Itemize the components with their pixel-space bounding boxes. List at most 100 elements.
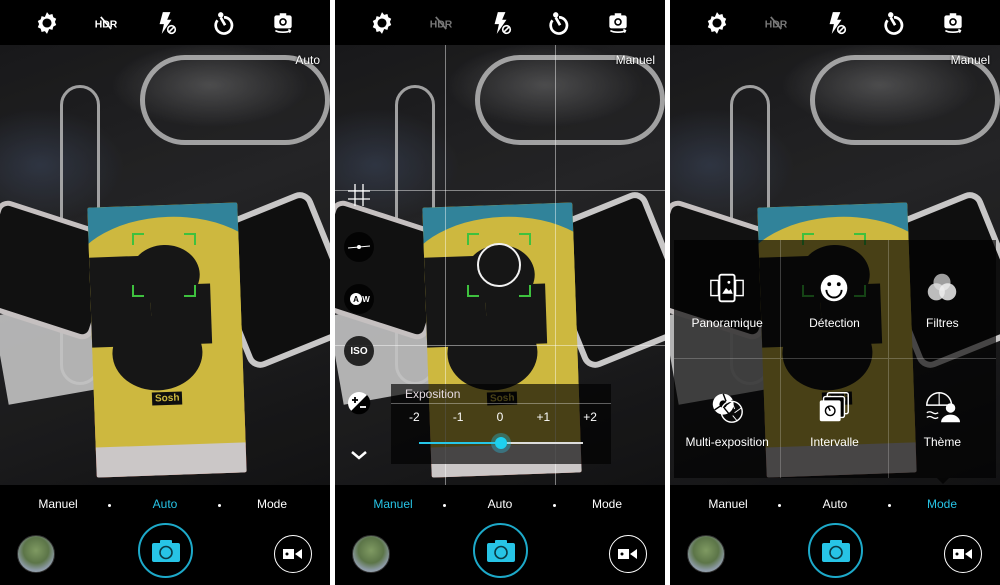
focus-slider-icon [347, 245, 371, 249]
gallery-thumbnail[interactable] [687, 535, 725, 573]
switch-camera-icon [943, 12, 962, 33]
exposure-slider[interactable] [419, 433, 583, 453]
mode-tab-auto[interactable]: Auto [823, 497, 848, 511]
camera-icon [821, 539, 850, 562]
mode-tab-mode[interactable]: Mode [927, 497, 957, 511]
camera-top-bar: HDR [335, 0, 665, 45]
timer-icon [549, 11, 569, 35]
exposure-tick: +1 [536, 410, 551, 424]
flash-off-icon [829, 11, 847, 34]
exposure-tick: -1 [452, 410, 464, 424]
timer-button[interactable] [879, 8, 909, 38]
mode-separator-dot [108, 504, 111, 507]
flash-button[interactable] [820, 8, 850, 38]
mode-separator-dot [218, 504, 221, 507]
mode-tab-manuel[interactable]: Manuel [38, 497, 77, 511]
white-balance-button[interactable]: AW [344, 284, 374, 314]
mode-separator-dot [778, 504, 781, 507]
mode-tab-mode[interactable]: Mode [592, 497, 622, 511]
exposure-tick-labels: -2 -1 0 +1 +2 [391, 404, 611, 424]
mode-item-multi-exposition[interactable]: Multi-exposition [674, 359, 782, 478]
mode-item-filtres[interactable]: Filtres [888, 240, 996, 359]
camera-screen-manual: HDR Sosh Manuel [335, 0, 665, 585]
video-camera-icon [283, 549, 302, 559]
mode-menu-pointer [937, 478, 949, 484]
mode-item-panoramique[interactable]: Panoramique [674, 240, 782, 359]
theme-icon [926, 391, 961, 423]
svg-text:HDR: HDR [765, 19, 788, 30]
exposure-title: Exposition [391, 384, 611, 404]
exposure-metering-circle[interactable] [477, 243, 521, 287]
camera-bottom-bar: Manuel Auto Mode [335, 485, 665, 585]
mode-item-label: Panoramique [691, 316, 763, 330]
mode-item-detection[interactable]: Détection [781, 240, 889, 359]
switch-camera-button[interactable] [603, 8, 633, 38]
timer-icon [884, 11, 904, 35]
camera-viewfinder[interactable]: Sosh Auto [0, 45, 330, 485]
mode-item-label: Thème [923, 435, 961, 449]
panorama-icon [710, 273, 745, 303]
hdr-button[interactable]: HDR [761, 8, 791, 38]
exposure-button[interactable] [344, 388, 374, 418]
timer-button[interactable] [209, 8, 239, 38]
mode-tab-manuel[interactable]: Manuel [708, 497, 747, 511]
flash-button[interactable] [150, 8, 180, 38]
video-record-button[interactable] [274, 535, 312, 573]
svg-text:HDR: HDR [95, 19, 118, 30]
camera-viewfinder[interactable]: Sosh Manuel Panoramique Détection Filtre… [670, 45, 1000, 485]
mode-item-label: Filtres [925, 316, 959, 330]
camera-screen-auto: HDR Sosh Auto Manuel Auto Mode [0, 0, 330, 585]
grid-line [335, 190, 665, 191]
iso-button[interactable]: ISO [344, 336, 374, 366]
mode-tab-manuel[interactable]: Manuel [373, 497, 412, 511]
mode-item-label: Intervalle [810, 435, 859, 449]
mode-separator-dot [443, 504, 446, 507]
exposure-tick: +2 [583, 410, 597, 424]
switch-camera-button[interactable] [268, 8, 298, 38]
hdr-button[interactable]: HDR [426, 8, 456, 38]
gallery-thumbnail[interactable] [352, 535, 390, 573]
mode-tab-mode[interactable]: Mode [257, 497, 287, 511]
exposure-tick: 0 [496, 410, 504, 424]
mode-item-label: Multi-exposition [685, 435, 769, 449]
mode-tab-auto[interactable]: Auto [153, 497, 178, 511]
current-mode-indicator: Manuel [615, 53, 655, 67]
manual-side-toolbar: AW ISO [341, 180, 377, 470]
camera-viewfinder[interactable]: Sosh Manuel AW ISO Expositio [335, 45, 665, 485]
video-record-button[interactable] [609, 535, 647, 573]
svg-text:W: W [362, 295, 370, 304]
settings-button[interactable] [367, 8, 397, 38]
hdr-off-icon: HDR [765, 15, 788, 30]
video-camera-icon [953, 549, 972, 559]
svg-text:HDR: HDR [430, 19, 453, 30]
collapse-toolbar-button[interactable] [344, 440, 374, 470]
mode-selector: Manuel Auto Mode [335, 497, 665, 513]
exposure-slider-thumb[interactable] [491, 433, 511, 453]
multi-exposure-icon [712, 393, 744, 423]
shutter-button[interactable] [473, 523, 528, 578]
timer-icon [214, 11, 234, 35]
mode-item-intervalle[interactable]: Intervalle [781, 359, 889, 478]
video-record-button[interactable] [944, 535, 982, 573]
settings-button[interactable] [32, 8, 62, 38]
mode-item-theme[interactable]: Thème [889, 359, 996, 478]
interval-timer-icon [820, 392, 850, 422]
gallery-thumbnail[interactable] [17, 535, 55, 573]
settings-button[interactable] [702, 8, 732, 38]
grid-toggle-button[interactable] [344, 180, 374, 210]
mode-separator-dot [888, 504, 891, 507]
shutter-button[interactable] [808, 523, 863, 578]
switch-camera-button[interactable] [938, 8, 968, 38]
shutter-button[interactable] [138, 523, 193, 578]
grid-icon [348, 184, 370, 206]
exposure-icon [348, 392, 371, 415]
timer-button[interactable] [544, 8, 574, 38]
hdr-button[interactable]: HDR [91, 8, 121, 38]
mode-tab-auto[interactable]: Auto [488, 497, 513, 511]
switch-camera-icon [273, 12, 292, 33]
flash-button[interactable] [485, 8, 515, 38]
exposure-tick: -2 [409, 410, 420, 424]
chevron-down-icon [351, 451, 367, 460]
focus-slider-button[interactable] [344, 232, 374, 262]
current-mode-indicator: Manuel [950, 53, 990, 67]
